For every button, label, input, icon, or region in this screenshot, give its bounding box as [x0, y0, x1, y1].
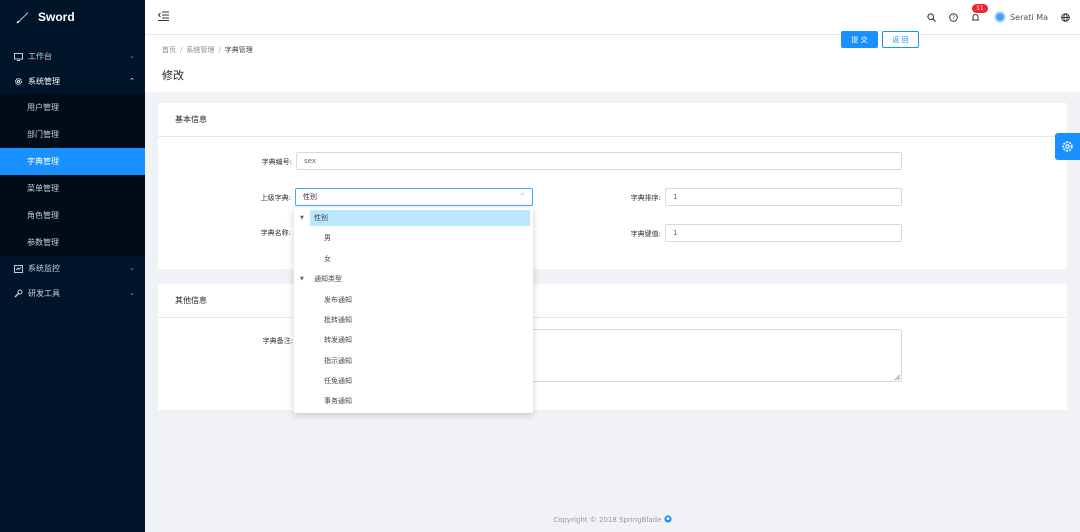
app-name: Sword: [38, 10, 75, 24]
key-label: 字典键值:: [630, 230, 661, 238]
tree-node-label: 指示通知: [324, 357, 352, 365]
breadcrumb-current: 字典管理: [224, 46, 253, 54]
remark-label: 字典备注:: [262, 337, 293, 345]
page-title: 修改: [162, 69, 184, 82]
sidebar-item-label: 研发工具: [28, 289, 60, 298]
breadcrumb-home[interactable]: 首页: [162, 46, 176, 54]
settings-float-button[interactable]: [1055, 133, 1080, 160]
caret-down-icon[interactable]: ▼: [300, 215, 304, 221]
github-icon[interactable]: [664, 515, 672, 523]
parent-label: 上级字典:: [260, 194, 291, 202]
svg-text:?: ?: [952, 15, 955, 21]
name-label: 字典名称:: [260, 229, 291, 237]
search-icon[interactable]: [927, 12, 937, 22]
sidebar-item-workbench[interactable]: 工作台 ⌄: [0, 44, 145, 69]
parent-select[interactable]: 性别 ⌃: [295, 188, 533, 206]
sidebar-item-devtools[interactable]: 研发工具 ⌄: [0, 281, 145, 306]
submit-button[interactable]: 提 交: [841, 31, 878, 48]
tree-node-approve[interactable]: 批转通知: [294, 312, 533, 328]
tree-node-notice-type[interactable]: ▼ 通知类型: [294, 271, 533, 287]
sidebar-item-monitor[interactable]: 系统监控 ⌄: [0, 256, 145, 281]
tree-node-affairs[interactable]: 事务通知: [294, 393, 533, 409]
sidebar-item-menus[interactable]: 菜单管理: [0, 175, 145, 202]
chevron-up-icon: ⌃: [519, 192, 526, 201]
menu-fold-icon[interactable]: [157, 11, 169, 23]
sidebar-item-label: 系统监控: [28, 264, 60, 273]
tree-node-label: 发布通知: [324, 296, 352, 304]
sidebar-item-dictionary[interactable]: 字典管理: [0, 148, 145, 175]
tree-node-male[interactable]: 男: [294, 230, 533, 246]
resize-handle-icon[interactable]: [894, 374, 900, 380]
app-logo[interactable]: Sword: [0, 0, 145, 34]
tree-node-label: 男: [324, 234, 331, 242]
tree-node-female[interactable]: 女: [294, 251, 533, 267]
sidebar-item-label: 用户管理: [27, 103, 59, 112]
sidebar-item-label: 系统管理: [28, 77, 60, 86]
sort-label: 字典排序:: [630, 194, 661, 202]
copyright-text: Copyright © 2018 SpringBlade: [553, 516, 662, 524]
sidebar-item-label: 工作台: [28, 52, 52, 61]
sidebar-item-label: 参数管理: [27, 238, 59, 247]
system-submenu: 用户管理 部门管理 字典管理 菜单管理 角色管理 参数管理: [0, 94, 145, 256]
sidebar-item-users[interactable]: 用户管理: [0, 94, 145, 121]
tree-node-label: 事务通知: [324, 397, 352, 405]
chevron-down-icon: ⌄: [129, 264, 135, 272]
tree-node-appoint[interactable]: 任免通知: [294, 373, 533, 389]
wrench-icon: [13, 289, 23, 299]
parent-select-value: 性别: [303, 193, 317, 201]
user-menu[interactable]: Serati Ma: [994, 11, 1048, 23]
code-input[interactable]: sex: [296, 152, 902, 170]
tree-node-gender[interactable]: ▼ 性别: [294, 210, 533, 226]
breadcrumb: 首页 / 系统管理 / 字典管理: [162, 46, 253, 54]
tree-node-instruct[interactable]: 指示通知: [294, 353, 533, 369]
sidebar-item-label: 部门管理: [27, 130, 59, 139]
bell-icon[interactable]: 11: [971, 3, 988, 22]
sidebar-item-system[interactable]: 系统管理 ⌃: [0, 69, 145, 94]
footer: Copyright © 2018 SpringBlade: [145, 515, 1080, 524]
sword-icon: [16, 12, 28, 24]
code-label: 字典编号:: [261, 158, 292, 166]
tree-node-publish[interactable]: 发布通知: [294, 292, 533, 308]
user-name: Serati Ma: [1010, 12, 1048, 22]
notification-badge: 11: [972, 3, 988, 13]
section-title: 基本信息: [158, 103, 1067, 137]
sidebar-item-params[interactable]: 参数管理: [0, 229, 145, 256]
sidebar-item-roles[interactable]: 角色管理: [0, 202, 145, 229]
tree-node-label: 转发通知: [324, 336, 352, 344]
globe-icon[interactable]: [1061, 12, 1070, 22]
tree-node-forward[interactable]: 转发通知: [294, 332, 533, 348]
help-icon[interactable]: ?: [949, 12, 958, 22]
tree-node-label: 任免通知: [324, 377, 352, 385]
tree-node-label: 性别: [310, 210, 530, 226]
tree-node-label: 通知类型: [314, 275, 342, 283]
back-button[interactable]: 返 回: [882, 31, 919, 48]
sidebar-item-label: 菜单管理: [27, 184, 59, 193]
tree-node-label: 批转通知: [324, 316, 352, 324]
page-header: 首页 / 系统管理 / 字典管理 修改: [145, 34, 1080, 92]
parent-dict-dropdown: ▼ 性别 男 女 ▼ 通知类型 发布通知 批转通知 转发通知 指示通知 任免通知…: [294, 208, 533, 413]
chevron-down-icon: ⌄: [129, 289, 135, 297]
key-input[interactable]: 1: [665, 224, 902, 242]
chart-icon: [13, 264, 23, 274]
sidebar-item-label: 字典管理: [27, 157, 59, 166]
breadcrumb-system[interactable]: 系统管理: [186, 46, 214, 54]
sort-input[interactable]: 1: [665, 188, 902, 206]
gear-icon: [1062, 141, 1073, 152]
caret-down-icon[interactable]: ▼: [300, 276, 304, 282]
top-header: ? 11 Serati Ma: [145, 0, 1080, 34]
sidebar-item-departments[interactable]: 部门管理: [0, 121, 145, 148]
gear-icon: [13, 77, 23, 87]
tree-node-label: 女: [324, 255, 331, 263]
chevron-down-icon: ⌄: [129, 52, 135, 60]
monitor-icon: [13, 52, 23, 62]
chevron-up-icon: ⌃: [129, 77, 135, 85]
avatar: [994, 11, 1007, 23]
sidebar-item-label: 角色管理: [27, 211, 59, 220]
sidebar: Sword 工作台 ⌄ 系统管理 ⌃ 用户管理 部门管理 字典管理 菜单管理 角…: [0, 0, 145, 532]
